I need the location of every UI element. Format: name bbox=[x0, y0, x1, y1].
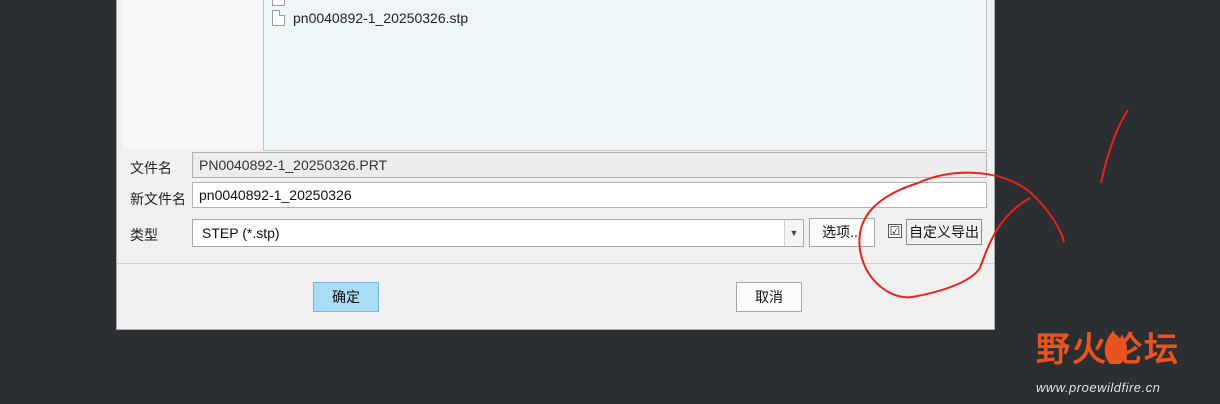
type-label: 类型 bbox=[130, 227, 158, 243]
file-list-item-partial[interactable] bbox=[272, 0, 293, 8]
file-icon bbox=[272, 10, 285, 26]
file-icon bbox=[272, 0, 285, 6]
options-button[interactable]: 选项... bbox=[809, 218, 875, 247]
forum-watermark: 野火论坛 www.proewildfire.cn bbox=[1030, 318, 1210, 398]
file-list-item-name: pn0040892-1_20250326.stp bbox=[293, 10, 469, 26]
type-select[interactable]: STEP (*.stp) ▼ bbox=[192, 219, 804, 247]
custom-export-label[interactable]: 自定义导出 bbox=[906, 219, 982, 245]
ok-button[interactable]: 确定 bbox=[313, 282, 379, 312]
watermark-title: 野火论坛 bbox=[1036, 331, 1180, 369]
file-name-label: 文件名 bbox=[130, 160, 172, 176]
file-list[interactable]: pn0040892-1_20250326.stp bbox=[263, 0, 987, 151]
chevron-down-icon[interactable]: ▼ bbox=[784, 220, 803, 246]
save-copy-dialog: pn0040892-1_20250326.stp 文件名 PN0040892-1… bbox=[116, 0, 995, 330]
file-name-field: PN0040892-1_20250326.PRT bbox=[192, 152, 987, 178]
footer-divider bbox=[117, 263, 994, 264]
type-select-value: STEP (*.stp) bbox=[202, 225, 280, 241]
watermark-url: www.proewildfire.cn bbox=[1036, 380, 1161, 395]
custom-export-checkbox[interactable]: ☑ bbox=[888, 224, 902, 238]
cancel-button[interactable]: 取消 bbox=[736, 282, 802, 312]
file-list-item[interactable]: pn0040892-1_20250326.stp bbox=[272, 8, 468, 28]
folder-tree-pane[interactable] bbox=[123, 0, 264, 150]
new-file-name-input[interactable]: pn0040892-1_20250326 bbox=[192, 182, 987, 208]
new-file-name-label: 新文件名 bbox=[130, 191, 186, 207]
